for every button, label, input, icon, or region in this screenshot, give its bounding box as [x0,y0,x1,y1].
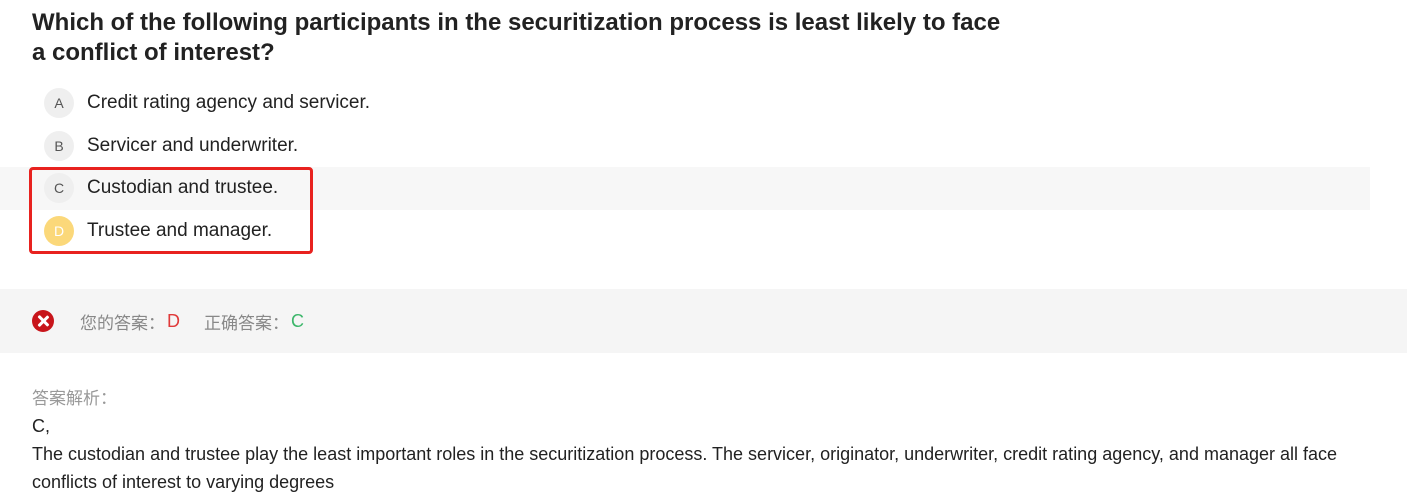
your-answer-value: D [167,310,180,331]
analysis-answer: C, [32,416,50,436]
option-letter-a: A [44,88,74,119]
option-text-c: Custodian and trustee. [87,177,279,199]
option-c[interactable]: C Custodian and trustee. [0,167,1370,210]
option-letter-c: C [44,173,74,204]
option-text-b: Servicer and underwriter. [87,134,299,156]
option-a[interactable]: A Credit rating agency and servicer. [0,82,1370,125]
your-answer-label: 您的答案： [80,313,165,333]
wrong-icon [32,310,54,332]
correct-answer-value: C [291,310,304,331]
analysis-body: The custodian and trustee play the least… [32,444,1338,492]
option-d[interactable]: D Trustee and manager. [0,210,1370,253]
option-text-d: Trustee and manager. [87,219,273,241]
options-list: A Credit rating agency and servicer. B S… [0,82,1407,252]
question-page: Which of the following participants in t… [0,0,1407,500]
answer-analysis: 答案解析： C, The custodian and trustee play … [32,386,1382,496]
answer-result-bar: 您的答案： D 正确答案： C [0,289,1407,353]
analysis-title: 答案解析： [32,389,117,408]
question-text: Which of the following participants in t… [32,9,1001,66]
option-b[interactable]: B Servicer and underwriter. [0,125,1370,168]
correct-answer-label: 正确答案： [204,313,289,333]
option-letter-d: D [44,215,74,246]
option-letter-b: B [44,130,74,161]
option-text-a: Credit rating agency and servicer. [87,92,371,114]
